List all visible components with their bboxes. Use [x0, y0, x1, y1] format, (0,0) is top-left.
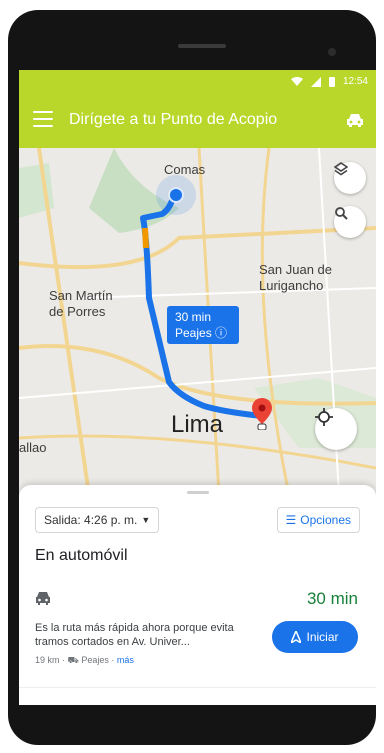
- route-duration-summary: 30 min: [306, 589, 358, 608]
- start-navigation-button[interactable]: Iniciar: [272, 621, 358, 653]
- phone-camera: [328, 48, 336, 56]
- car-icon[interactable]: [346, 112, 364, 128]
- destination-pin-icon[interactable]: [252, 398, 272, 430]
- directions-sheet: Salida: 4:26 p. m. ▼ ☰ Opciones En autom…: [19, 485, 376, 705]
- route-meta: 19 km · ⛟ Peajes · más: [35, 655, 134, 665]
- route-duration-pill[interactable]: 30 min Peajes ⓘ: [167, 306, 239, 344]
- travel-mode-title: En automóvil: [35, 547, 128, 564]
- app-bar: Dirígete a tu Punto de Acopio: [19, 94, 376, 148]
- my-location-icon: [315, 408, 333, 426]
- my-location-button[interactable]: [315, 408, 357, 450]
- options-button[interactable]: ☰ Opciones: [276, 507, 360, 533]
- sheet-divider: [19, 687, 376, 688]
- map-label-lima: Lima: [171, 411, 224, 438]
- map-view[interactable]: Comas San Juan de Lurigancho San Martín …: [19, 148, 376, 495]
- route-tolls: Peajes ⓘ: [175, 326, 228, 340]
- layers-button[interactable]: [334, 162, 366, 194]
- drag-handle[interactable]: [187, 491, 209, 494]
- departure-time: Salida: 4:26 p. m.: [44, 513, 138, 527]
- app-title: Dirígete a tu Punto de Acopio: [69, 111, 278, 128]
- tune-icon: ☰: [285, 513, 297, 527]
- vehicle-icon: [36, 592, 50, 605]
- status-bar: 12:54: [19, 70, 376, 94]
- map-label-comas: Comas: [164, 162, 206, 177]
- menu-icon[interactable]: [33, 111, 53, 127]
- battery-icon: [328, 77, 335, 87]
- navigation-icon: [291, 631, 302, 643]
- phone-screen: 12:54 Dirígete a tu Punto de Acopio Coma…: [19, 70, 376, 705]
- route-duration: 30 min: [175, 310, 212, 324]
- status-time: 12:54: [342, 76, 368, 87]
- wifi-icon: [290, 76, 303, 86]
- departure-chip[interactable]: Salida: 4:26 p. m. ▼: [35, 507, 160, 533]
- route-description: Es la ruta más rápida ahora porque evita…: [35, 622, 234, 648]
- route-distance: 19 km: [35, 655, 60, 665]
- map-label-callao: allao: [19, 440, 47, 455]
- route-tolls-meta: Peajes: [81, 655, 109, 665]
- search-button[interactable]: [334, 206, 366, 238]
- signal-icon: [310, 76, 321, 87]
- dropdown-icon: ▼: [141, 515, 151, 525]
- phone-speaker: [178, 44, 226, 48]
- start-label: Iniciar: [306, 630, 339, 644]
- layers-icon: [334, 162, 348, 176]
- options-label: Opciones: [300, 513, 351, 527]
- search-icon: [335, 207, 348, 220]
- map-label-san-juan: San Juan de Lurigancho: [259, 262, 333, 294]
- map-label-san-martin: San Martín de Porres: [49, 288, 113, 320]
- more-link[interactable]: más: [117, 655, 134, 665]
